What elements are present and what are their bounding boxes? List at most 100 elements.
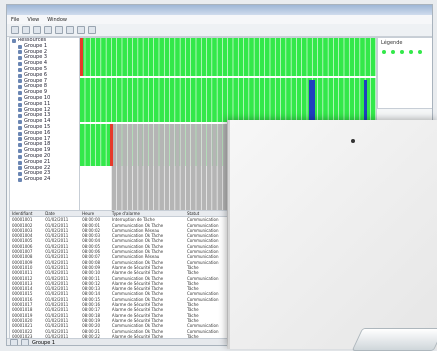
settings-icon[interactable] [77, 26, 85, 34]
alert-marker[interactable] [309, 80, 315, 122]
grid-cell[interactable] [196, 38, 201, 76]
grid-cell[interactable] [307, 38, 312, 76]
grid-cell[interactable] [275, 78, 281, 122]
table-row[interactable]: 00001005 01/02/2011 08:00:04 Communication … [10, 238, 246, 243]
grid-cell[interactable] [249, 78, 254, 122]
grid-cell[interactable] [254, 78, 260, 122]
grid-cell[interactable] [138, 38, 143, 76]
grid-cell[interactable] [249, 38, 254, 76]
grid-cell[interactable] [175, 38, 180, 76]
grid-cell[interactable] [259, 38, 265, 76]
grid-cell[interactable] [360, 38, 365, 76]
grid-cell[interactable] [349, 78, 355, 122]
grid-cell[interactable] [148, 38, 154, 76]
refresh-icon[interactable] [44, 26, 52, 34]
grid-cell[interactable] [243, 78, 249, 122]
title-bar[interactable] [7, 5, 432, 15]
zoom-out-icon[interactable] [66, 26, 74, 34]
grid-cell[interactable] [154, 124, 159, 210]
open-icon[interactable] [11, 26, 19, 34]
grid-cell[interactable] [106, 78, 112, 122]
grid-cell[interactable] [111, 38, 117, 76]
grid-cell[interactable] [122, 78, 127, 122]
grid-cell[interactable] [191, 78, 196, 122]
grid-cell[interactable] [148, 78, 154, 122]
grid-cell[interactable] [164, 38, 170, 76]
grid-cell[interactable] [95, 78, 101, 122]
grid-cell[interactable] [95, 124, 101, 166]
grid-cell[interactable] [159, 78, 164, 122]
grid-cell[interactable] [196, 124, 201, 210]
grid-cell[interactable] [169, 38, 175, 76]
save-icon[interactable] [22, 26, 30, 34]
grid-cell[interactable] [201, 78, 207, 122]
grid-cell[interactable] [101, 38, 106, 76]
grid-cell[interactable] [238, 38, 244, 76]
grid-cell[interactable] [323, 38, 328, 76]
grid-cell[interactable] [370, 78, 376, 122]
grid-cell[interactable] [302, 78, 307, 122]
grid-cell[interactable] [222, 38, 228, 76]
grid-cell[interactable] [85, 124, 90, 166]
menu-window[interactable]: Window [47, 17, 67, 23]
grid-cell[interactable] [206, 78, 212, 122]
grid-cell[interactable] [270, 38, 275, 76]
grid-cell[interactable] [317, 78, 323, 122]
grid-cell[interactable] [80, 78, 85, 122]
grid-cell[interactable] [138, 78, 143, 122]
grid-cell[interactable] [164, 78, 170, 122]
grid-cell[interactable] [132, 124, 138, 210]
grid-cell[interactable] [259, 78, 265, 122]
grid-cell[interactable] [365, 38, 371, 76]
grid-cell[interactable] [154, 78, 159, 122]
grid-cell[interactable] [302, 38, 307, 76]
grid-cell[interactable] [344, 78, 349, 122]
grid-cell[interactable] [159, 124, 164, 210]
table-row[interactable]: 00001021 01/02/2011 08:00:20 Communication … [10, 323, 246, 328]
grid-cell[interactable] [169, 78, 175, 122]
grid-cell[interactable] [117, 124, 122, 210]
grid-cell[interactable] [148, 124, 154, 210]
grid-cell[interactable] [106, 38, 112, 76]
alarm-marker[interactable] [110, 124, 113, 166]
grid-cell[interactable] [132, 38, 138, 76]
print-icon[interactable] [33, 26, 41, 34]
grid-cell[interactable] [339, 78, 344, 122]
grid-cell[interactable] [217, 78, 223, 122]
grid-cell[interactable] [85, 38, 90, 76]
grid-cell[interactable] [286, 78, 291, 122]
grid-cell[interactable] [296, 38, 302, 76]
grid-cell[interactable] [201, 124, 207, 210]
grid-cell[interactable] [159, 38, 164, 76]
table-row[interactable]: 00001015 01/02/2011 08:00:14 Communication … [10, 291, 246, 296]
grid-cell[interactable] [206, 124, 212, 210]
grid-cell[interactable] [333, 78, 339, 122]
grid-cell[interactable] [328, 78, 334, 122]
grid-cell[interactable] [349, 38, 355, 76]
grid-cell[interactable] [286, 38, 291, 76]
grid-cell[interactable] [370, 38, 376, 76]
grid-cell[interactable] [185, 38, 191, 76]
grid-cell[interactable] [233, 78, 238, 122]
grid-cell[interactable] [180, 78, 186, 122]
grid-cell[interactable] [117, 38, 122, 76]
grid-cell[interactable] [101, 124, 106, 166]
grid-cell[interactable] [127, 38, 133, 76]
grid-cell[interactable] [280, 38, 286, 76]
grid-cell[interactable] [191, 124, 196, 210]
grid-cell[interactable] [191, 38, 196, 76]
grid-cell[interactable] [180, 38, 186, 76]
grid-cell[interactable] [122, 38, 127, 76]
grid-cell[interactable] [175, 78, 180, 122]
grid-cell[interactable] [164, 124, 170, 210]
grid-cell[interactable] [154, 38, 159, 76]
grid-cell[interactable] [228, 78, 233, 122]
grid-cell[interactable] [254, 38, 260, 76]
grid-cell[interactable] [127, 78, 133, 122]
grid-cell[interactable] [138, 124, 143, 210]
menu-file[interactable]: File [11, 17, 19, 23]
grid-cell[interactable] [122, 124, 127, 210]
grid-cell[interactable] [291, 38, 297, 76]
grid-cell[interactable] [80, 124, 85, 166]
grid-cell[interactable] [233, 38, 238, 76]
